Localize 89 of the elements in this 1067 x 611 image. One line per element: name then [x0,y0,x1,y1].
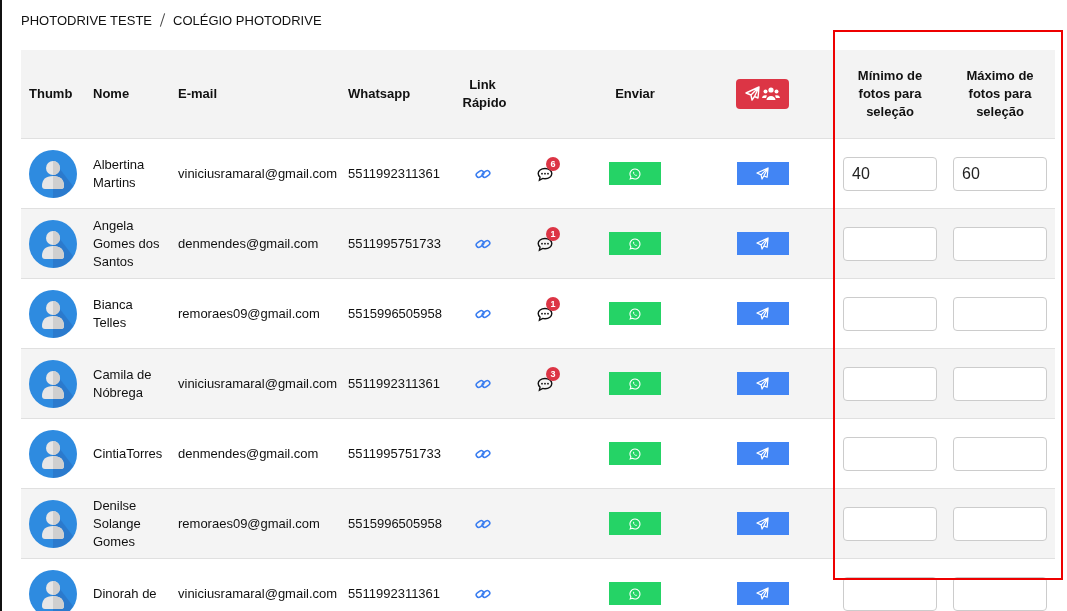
minimum-photos-field[interactable] [843,226,937,261]
breadcrumb-item[interactable]: COLÉGIO PHOTODRIVE [173,12,322,28]
whatsapp-cell: 5511995751733 [348,235,442,251]
whatsapp-cell: 5511995751733 [348,445,442,461]
email-cell: remoraes09@gmail.com [178,515,320,531]
send-button[interactable] [736,512,789,535]
message-count-badge: 6 [546,156,560,171]
send-button[interactable] [736,302,789,325]
avatar-icon [29,289,77,338]
column-header: E-mail [178,86,217,101]
send-icon [756,587,769,600]
minimum-photos-field[interactable]: 40 [843,156,937,191]
chat-icon[interactable] [537,306,553,322]
name-cell: Dinorah de [93,585,157,601]
email-cell: denmendes@gmail.com [178,445,319,461]
name-cell: Denilse Solange Gomes [93,497,141,549]
send-icon [756,377,769,390]
message-count-badge: 1 [546,226,560,241]
maximum-photos-field[interactable]: 60 [953,156,1047,191]
chat-icon[interactable] [537,166,553,182]
breadcrumb-item[interactable]: PHOTODRIVE TESTE [21,12,152,28]
link-icon[interactable] [474,518,491,531]
maximum-photos-field[interactable] [953,296,1047,331]
send-button[interactable] [736,232,789,255]
avatar-icon [29,219,77,268]
link-icon[interactable] [474,378,491,391]
name-cell: Angela Gomes dos Santos [93,217,160,269]
name-cell: Camila de Nóbrega [93,366,152,400]
send-button[interactable] [736,582,789,605]
link-icon[interactable] [474,308,491,321]
message-count-badge: 1 [546,296,560,311]
send-to-all-button[interactable] [736,79,789,109]
avatar-icon [29,569,77,611]
minimum-photos-field[interactable] [843,506,937,541]
whatsapp-icon [629,517,641,530]
send-icon [756,447,769,460]
column-header: Mínimo de fotos para seleção [856,67,924,121]
whatsapp-icon [629,447,641,460]
minimum-photos-field[interactable] [843,366,937,401]
minimum-photos-field[interactable] [843,436,937,471]
email-cell: remoraes09@gmail.com [178,305,320,321]
maximum-photos-field[interactable] [953,366,1047,401]
send-icon [756,237,769,250]
minimum-photos-field[interactable] [843,576,937,611]
whatsapp-icon [629,307,641,320]
chat-icon[interactable] [537,236,553,252]
column-header: Thumb [29,86,73,101]
name-cell: CintiaTorres [93,445,163,461]
link-icon[interactable] [474,588,491,601]
email-cell: viniciusramaral@gmail.com [178,585,338,601]
email-cell: viniciusramaral@gmail.com [178,165,338,181]
whatsapp-cell: 5511992311361 [348,375,441,391]
name-cell: Albertina Martins [93,156,145,190]
send-button[interactable] [736,372,789,395]
minimum-photos-field[interactable] [843,296,937,331]
column-header: Máximo de fotos para seleção [965,67,1035,121]
send-button[interactable] [736,442,789,465]
whatsapp-icon [629,587,641,600]
avatar-icon [29,429,77,478]
maximum-photos-field[interactable] [953,576,1047,611]
email-cell: viniciusramaral@gmail.com [178,375,338,391]
column-header: Nome [93,86,130,101]
avatar-icon [29,359,77,408]
maximum-photos-field[interactable] [953,436,1047,471]
send-button[interactable] [736,162,789,185]
chat-icon[interactable] [537,376,553,392]
send-icon [756,167,769,180]
maximum-photos-field[interactable] [953,226,1047,261]
send-icon [756,307,769,320]
message-count-badge: 3 [546,366,560,381]
whatsapp-icon [629,237,641,250]
avatar-icon [29,149,77,198]
email-cell: denmendes@gmail.com [178,235,319,251]
send-icon [756,517,769,530]
whatsapp-icon [629,377,641,390]
column-header: Enviar [615,86,655,101]
link-icon[interactable] [474,238,491,251]
name-cell: Bianca Telles [93,296,133,330]
avatar-icon [29,499,77,548]
whatsapp-cell: 5511992311361 [348,165,441,181]
maximum-photos-field[interactable] [953,506,1047,541]
send-group-icon [744,86,781,102]
whatsapp-cell: 5515996505958 [348,515,442,531]
link-icon[interactable] [474,448,491,461]
whatsapp-cell: 5511992311361 [348,585,441,601]
column-header: Whatsapp [348,86,411,101]
whatsapp-icon [629,167,641,180]
whatsapp-cell: 5515996505958 [348,305,442,321]
link-icon[interactable] [474,168,491,181]
